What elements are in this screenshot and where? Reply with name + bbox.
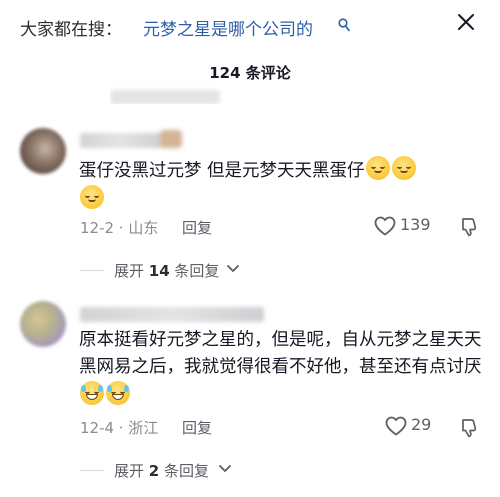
username-blurred[interactable]	[80, 307, 264, 322]
expand-replies-button[interactable]: 展开 14 条回复	[80, 260, 280, 282]
search-icon	[338, 17, 350, 32]
thumbs-down-icon	[462, 419, 477, 438]
emoji-icon	[80, 381, 104, 405]
dislike-button[interactable]	[460, 418, 478, 438]
expand-replies-label: 展开 2 条回复	[114, 462, 209, 480]
search-suggestion-bar[interactable]: 大家都在搜： 元梦之星是哪个公司的	[0, 0, 500, 50]
comment-text: 蛋仔没黑过元梦 但是元梦天天黑蛋仔	[79, 156, 479, 214]
heart-icon	[385, 416, 407, 436]
comment-count-title: 124 条评论	[209, 64, 291, 82]
user-badge	[160, 130, 182, 148]
avatar[interactable]	[20, 128, 66, 174]
comment-text: 原本挺看好元梦之星的，但是呢，自从元梦之星天天黑网易之后，我就觉得很看不好他，甚…	[79, 327, 484, 410]
comment-date-location: 12-2 · 山东	[80, 219, 159, 237]
divider	[80, 270, 104, 271]
divider	[80, 470, 104, 471]
expand-replies-label: 展开 14 条回复	[114, 262, 220, 280]
close-icon[interactable]	[452, 8, 480, 36]
reply-button[interactable]: 回复	[182, 217, 212, 238]
emoji-icon	[365, 156, 390, 180]
comment-date-location: 12-4 · 浙江	[80, 419, 159, 437]
emoji-icon	[391, 156, 416, 180]
emoji-icon	[106, 381, 130, 405]
reply-button[interactable]: 回复	[182, 417, 212, 438]
heart-icon	[374, 216, 396, 236]
thumbs-down-icon	[462, 218, 477, 237]
like-count: 139	[400, 215, 431, 234]
cut-off-previous-row	[110, 86, 230, 104]
avatar[interactable]	[20, 301, 66, 347]
search-query-link[interactable]: 元梦之星是哪个公司的	[143, 15, 313, 40]
like-count: 29	[411, 415, 432, 434]
search-prefix-label: 大家都在搜：	[20, 20, 122, 40]
chevron-down-icon	[219, 465, 231, 472]
emoji-icon	[80, 185, 104, 209]
dislike-button[interactable]	[460, 217, 478, 237]
chevron-down-icon	[227, 265, 239, 272]
expand-replies-button[interactable]: 展开 2 条回复	[80, 460, 280, 482]
username-blurred[interactable]	[80, 133, 162, 148]
